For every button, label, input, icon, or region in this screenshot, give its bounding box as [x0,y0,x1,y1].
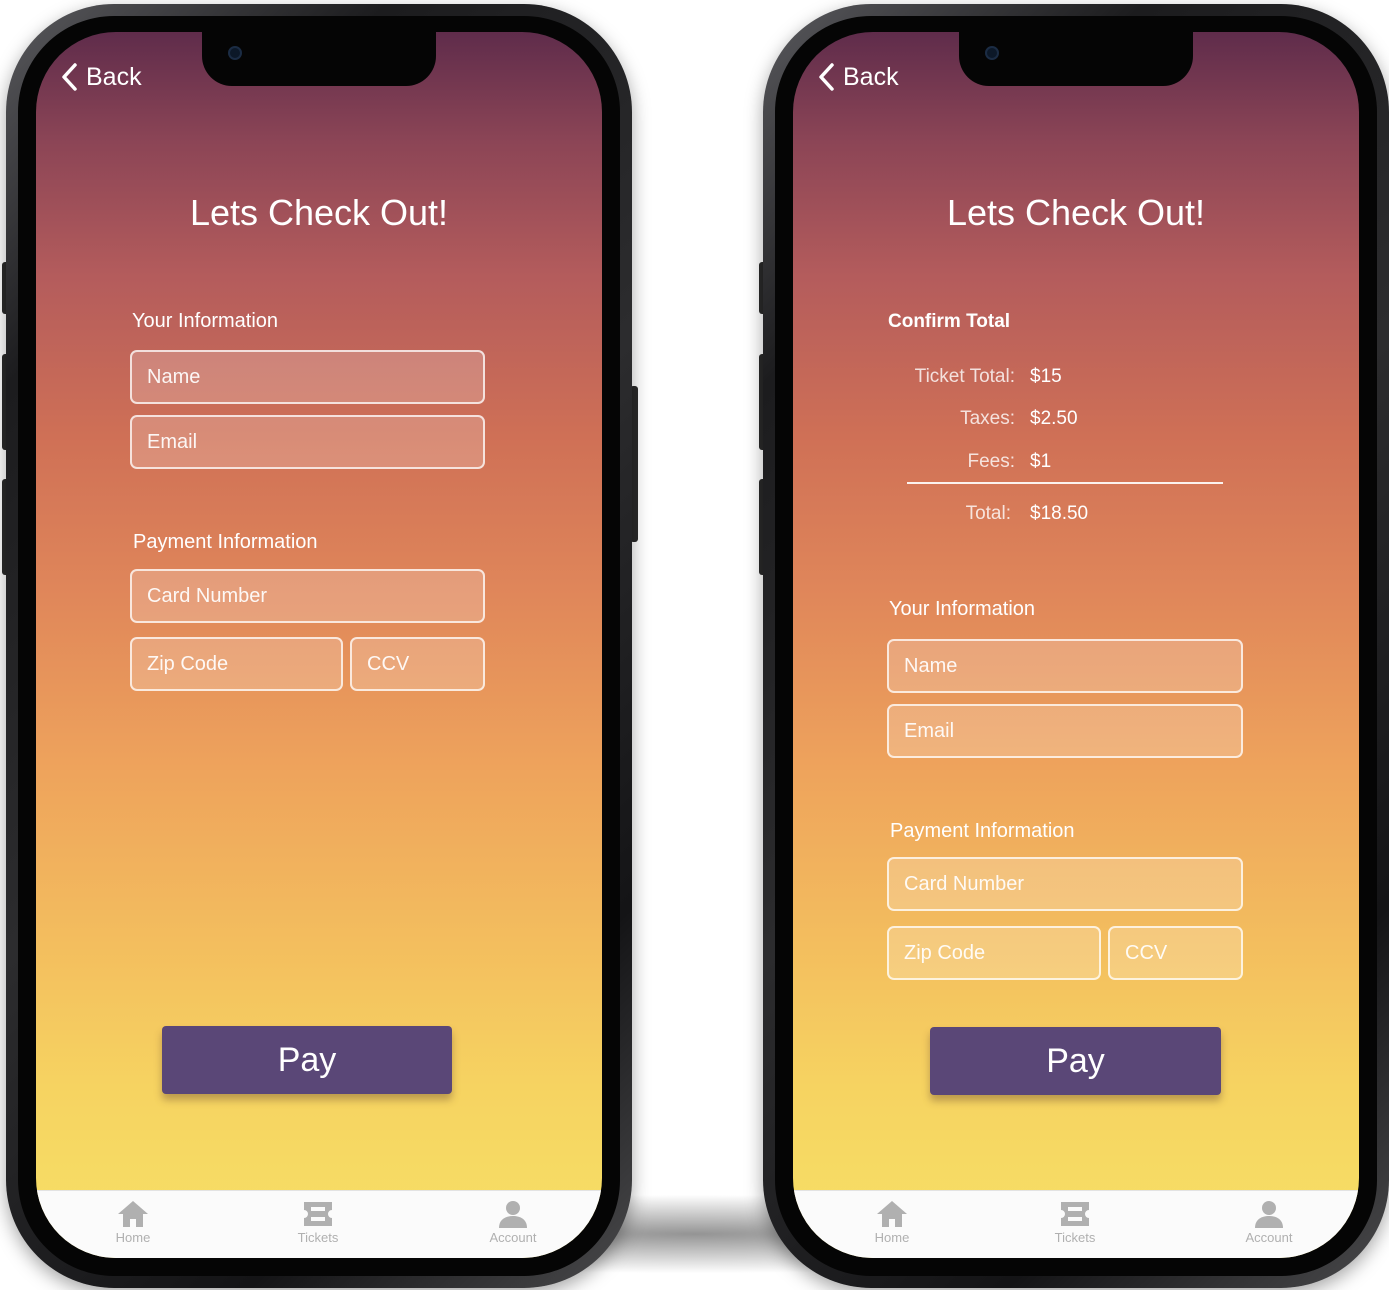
ccv-field[interactable] [350,637,485,691]
phone-right: Back Lets Check Out! Confirm Total Ticke… [759,4,1389,1288]
tab-tickets-label: Tickets [297,1230,339,1245]
ticket-total-value: $15 [1030,366,1062,387]
ticket-icon [1061,1202,1089,1226]
tab-tickets[interactable]: Tickets [273,1199,363,1245]
tab-tickets[interactable]: Tickets [1030,1199,1120,1245]
back-label: Back [843,62,899,91]
total-divider [907,482,1223,484]
page-title: Lets Check Out! [946,192,1206,233]
back-button[interactable]: Back [817,62,899,92]
home-icon [877,1201,907,1227]
card-number-field[interactable] [130,569,485,623]
tab-home-label: Home [874,1230,910,1245]
account-icon [499,1201,527,1228]
fees-value: $1 [1030,451,1052,472]
page-title: Lets Check Out! [189,192,449,233]
notch [959,32,1193,86]
card-number-field[interactable] [887,857,1243,911]
back-label: Back [86,62,142,91]
ticket-total-label: Ticket Total: [914,366,1015,387]
email-field[interactable] [887,704,1243,758]
tab-account[interactable]: Account [1224,1199,1314,1245]
pay-button[interactable]: Pay [930,1027,1221,1095]
payment-information-label: Payment Information [133,531,318,553]
chevron-left-icon [62,63,77,91]
front-camera [985,46,999,60]
tab-account[interactable]: Account [468,1199,558,1245]
ticket-icon [304,1202,332,1226]
checkout-confirm-screen: Back Lets Check Out! Confirm Total Ticke… [793,32,1359,1258]
front-camera [228,46,242,60]
checkout-screen: Back Lets Check Out! Your Information Pa… [36,32,602,1258]
email-field[interactable] [130,415,485,469]
notch [202,32,436,86]
your-information-label: Your Information [889,598,1036,620]
total-row: Total: $18.50 [793,503,1359,529]
taxes-row: Taxes: $2.50 [793,408,1359,434]
tab-home-label: Home [115,1230,151,1245]
chevron-left-icon [819,63,834,91]
total-label: Total: [965,503,1011,524]
name-field[interactable] [130,350,485,404]
tab-bar: Home Tickets Account [36,1190,602,1258]
zip-code-field[interactable] [130,637,343,691]
taxes-value: $2.50 [1030,408,1078,429]
tab-bar: Home Tickets Account [793,1190,1359,1258]
tab-account-label: Account [1245,1230,1293,1245]
home-icon [118,1201,148,1227]
name-field[interactable] [887,639,1243,693]
back-button[interactable]: Back [60,62,142,92]
ccv-field[interactable] [1108,926,1243,980]
account-icon [1255,1201,1283,1228]
tab-tickets-label: Tickets [1054,1230,1096,1245]
total-value: $18.50 [1030,503,1089,524]
fees-row: Fees: $1 [793,451,1359,477]
tab-account-label: Account [489,1230,537,1245]
phone-left: Back Lets Check Out! Your Information Pa… [2,4,638,1288]
confirm-total-label: Confirm Total [888,311,1011,332]
pay-button[interactable]: Pay [162,1026,452,1094]
taxes-label: Taxes: [960,408,1015,429]
zip-code-field[interactable] [887,926,1101,980]
payment-information-label: Payment Information [890,820,1075,842]
fees-label: Fees: [967,451,1015,472]
tab-home[interactable]: Home [847,1199,937,1245]
ticket-total-row: Ticket Total: $15 [793,366,1359,392]
your-information-label: Your Information [132,310,279,332]
tab-home[interactable]: Home [88,1199,178,1245]
